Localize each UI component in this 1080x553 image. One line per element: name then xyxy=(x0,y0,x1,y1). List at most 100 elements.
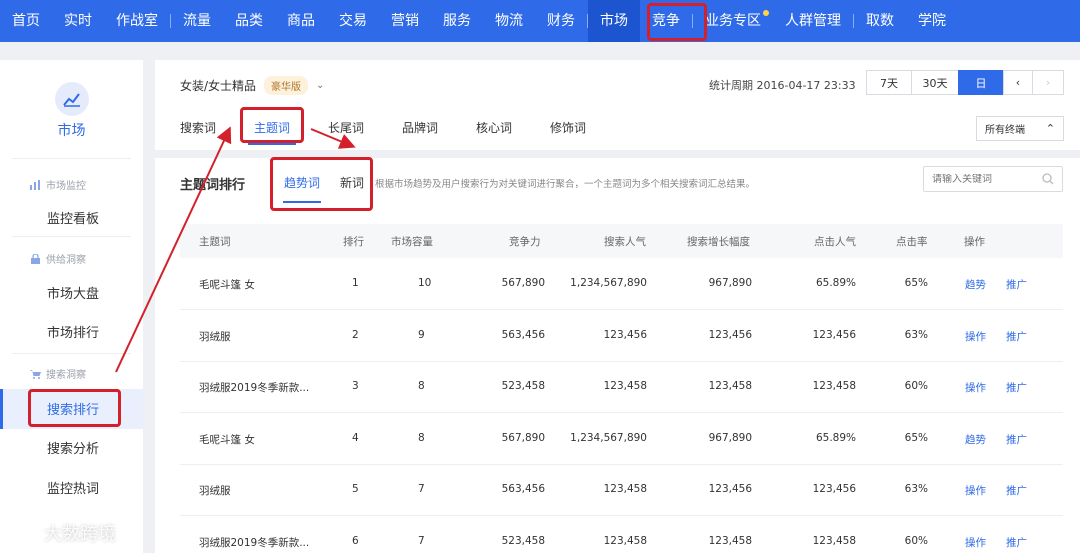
tab-long-tail-words[interactable]: 长尾词 xyxy=(328,119,364,136)
nav-realtime[interactable]: 实时 xyxy=(52,0,104,42)
ranking-title: 主题词排行 xyxy=(180,178,246,193)
sidebar-item-search-analysis[interactable]: 搜索分析 xyxy=(47,438,99,457)
cell-search-popularity: 1,234,567,890 xyxy=(570,431,647,444)
sub-tab-underline xyxy=(283,201,321,203)
cell-ctr: 60% xyxy=(904,380,928,392)
row-promote-link[interactable]: 推广 xyxy=(1006,432,1027,447)
cell-search-popularity: 123,458 xyxy=(603,380,647,392)
sidebar-item-market-overview[interactable]: 市场大盘 xyxy=(47,283,99,302)
nav-business-zone-label: 业务专区 xyxy=(705,13,761,29)
nav-data-fetch[interactable]: 取数 xyxy=(854,0,906,42)
tab-modifier-words[interactable]: 修饰词 xyxy=(550,119,586,136)
cell-theme-word: 羽绒服 xyxy=(199,485,231,497)
tab-new-words[interactable]: 新词 xyxy=(340,174,364,191)
nav-product[interactable]: 商品 xyxy=(275,0,327,42)
cell-click-popularity: 65.89% xyxy=(815,277,856,289)
cell-rank: 1 xyxy=(352,277,359,289)
cell-capacity: 8 xyxy=(418,431,425,444)
row-action-link[interactable]: 操作 xyxy=(965,329,986,344)
category-label: 女装/女士精品 xyxy=(180,79,257,93)
cell-theme-word: 毛呢斗篷 女 xyxy=(199,433,255,446)
cell-growth: 123,456 xyxy=(708,328,752,341)
row-action-link[interactable]: 操作 xyxy=(965,380,986,395)
column-header: 搜索增长幅度 xyxy=(687,236,750,248)
row-promote-link[interactable]: 推广 xyxy=(1006,380,1027,395)
column-header: 点击人气 xyxy=(814,236,856,248)
tab-search-words[interactable]: 搜索词 xyxy=(180,119,216,136)
terminal-select[interactable]: 所有终端 ⌃ xyxy=(976,116,1064,141)
range-7d-button[interactable]: 7天 xyxy=(866,70,912,95)
cell-growth: 967,890 xyxy=(708,277,752,289)
column-header: 主题词 xyxy=(199,236,231,248)
cell-capacity: 7 xyxy=(418,534,425,547)
cell-rank: 6 xyxy=(352,534,359,547)
sidebar-group-label: 供给洞察 xyxy=(46,255,86,266)
stat-period: 统计周期 2016-04-17 23:33 xyxy=(709,79,856,92)
sidebar-item-search-ranking[interactable]: 搜索排行 xyxy=(47,399,99,418)
cell-competition: 523,458 xyxy=(501,534,545,547)
row-action-link[interactable]: 操作 xyxy=(965,535,986,550)
bar-chart-icon xyxy=(30,179,40,190)
table-row: 羽绒服2019冬季新款... 6 7 523,458 123,458 123,458 123… xyxy=(180,517,1063,553)
cell-ctr: 60% xyxy=(904,534,928,547)
cell-capacity: 10 xyxy=(418,277,432,289)
column-header: 操作 xyxy=(964,236,985,248)
cell-click-popularity: 123,458 xyxy=(812,380,856,392)
tab-theme-words[interactable]: 主题词 xyxy=(254,119,290,136)
ranking-card: 主题词排行 趋势词 新词 根据市场趋势及用户搜索行为对关键词进行聚合，一个主题词… xyxy=(155,158,1080,553)
nav-marketing[interactable]: 营销 xyxy=(379,0,431,42)
table-row: 毛呢斗篷 女 1 10 567,890 1,234,567,890 967,890 65.8… xyxy=(180,259,1063,310)
tab-core-words[interactable]: 核心词 xyxy=(476,119,512,136)
row-action-link[interactable]: 操作 xyxy=(965,483,986,498)
nav-competition[interactable]: 竞争 xyxy=(640,0,692,42)
keyword-search-input[interactable] xyxy=(932,173,1032,185)
cell-rank: 2 xyxy=(352,328,359,341)
nav-trade[interactable]: 交易 xyxy=(327,0,379,42)
nav-academy[interactable]: 学院 xyxy=(906,0,958,42)
row-promote-link[interactable]: 推广 xyxy=(1006,329,1027,344)
range-30d-button[interactable]: 30天 xyxy=(911,70,959,95)
cell-rank: 3 xyxy=(352,380,359,392)
nav-war-room[interactable]: 作战室 xyxy=(104,0,170,42)
sidebar-group-monitor: 市场监控 xyxy=(30,177,86,192)
nav-finance[interactable]: 财务 xyxy=(535,0,587,42)
nav-category[interactable]: 品类 xyxy=(223,0,275,42)
column-header: 点击率 xyxy=(896,236,928,248)
cell-ctr: 65% xyxy=(904,431,928,444)
nav-service[interactable]: 服务 xyxy=(431,0,483,42)
nav-business-zone[interactable]: 业务专区 xyxy=(693,0,773,42)
cell-click-popularity: 65.89% xyxy=(815,431,856,444)
category-selector[interactable]: 女装/女士精品 豪华版 ⌄ xyxy=(180,76,324,95)
next-button[interactable]: › xyxy=(1032,70,1064,95)
tab-brand-words[interactable]: 品牌词 xyxy=(402,119,438,136)
terminal-label: 所有终端 xyxy=(985,125,1025,136)
nav-logistics[interactable]: 物流 xyxy=(483,0,535,42)
cell-click-popularity: 123,456 xyxy=(812,328,856,341)
row-promote-link[interactable]: 推广 xyxy=(1006,535,1027,550)
tab-trend-words[interactable]: 趋势词 xyxy=(284,174,320,191)
row-action-link[interactable]: 趋势 xyxy=(965,277,986,292)
prev-button[interactable]: ‹ xyxy=(1003,70,1033,95)
tab-active-underline xyxy=(248,143,296,145)
nav-crowd-management[interactable]: 人群管理 xyxy=(773,0,853,42)
nav-home[interactable]: 首页 xyxy=(0,0,52,42)
sidebar-item-monitor-board[interactable]: 监控看板 xyxy=(47,208,99,227)
nav-traffic[interactable]: 流量 xyxy=(171,0,223,42)
sidebar-item-market-ranking[interactable]: 市场排行 xyxy=(47,322,99,341)
nav-market[interactable]: 市场 xyxy=(588,0,640,42)
table-row: 羽绒服 5 7 563,456 123,458 123,456 123,456 63% 操作 推广 xyxy=(180,465,1063,516)
sidebar-item-hot-words[interactable]: 监控热词 xyxy=(47,478,99,497)
table-row: 羽绒服 2 9 563,456 123,456 123,456 123,456 63% 操作 推广 xyxy=(180,311,1063,362)
sidebar-title: 市场 xyxy=(57,123,86,139)
row-promote-link[interactable]: 推广 xyxy=(1006,277,1027,292)
watermark-text: 大数跨境 xyxy=(44,524,116,545)
watermark-logo-icon xyxy=(11,526,37,540)
row-promote-link[interactable]: 推广 xyxy=(1006,483,1027,498)
cell-rank: 5 xyxy=(352,483,359,495)
range-day-button[interactable]: 日 xyxy=(958,70,1004,95)
search-icon[interactable] xyxy=(1042,173,1054,185)
ranking-description: 根据市场趋势及用户搜索行为对关键词进行聚合，一个主题词为多个相关搜索词汇总结果。 xyxy=(375,179,756,190)
cell-theme-word: 羽绒服 xyxy=(199,330,231,343)
cell-growth: 123,458 xyxy=(708,380,752,392)
row-action-link[interactable]: 趋势 xyxy=(965,432,986,447)
